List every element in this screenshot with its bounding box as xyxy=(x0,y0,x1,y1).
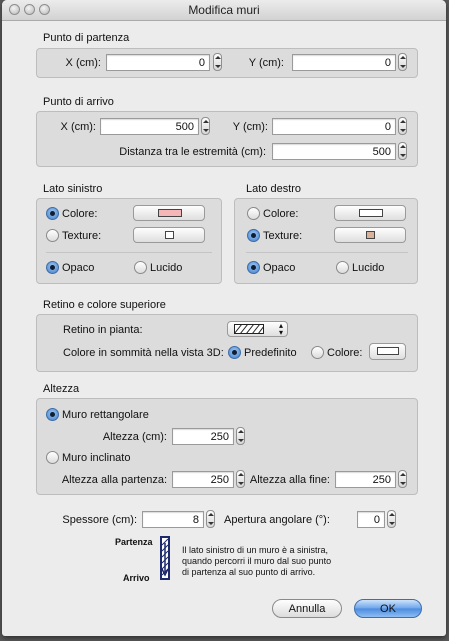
top-color-radio[interactable] xyxy=(311,346,324,359)
right-color-label[interactable]: Colore: xyxy=(263,208,298,220)
start-point-title: Punto di partenza xyxy=(43,32,130,44)
rectangular-wall-radio[interactable] xyxy=(46,408,59,421)
arc-extent-stepper[interactable] xyxy=(387,510,396,528)
left-color-button[interactable] xyxy=(133,205,205,221)
wall-direction-icon xyxy=(160,536,170,580)
window-title: Modifica muri xyxy=(188,3,260,17)
left-texture-swatch xyxy=(165,231,174,239)
right-texture-radio[interactable] xyxy=(247,229,260,242)
arc-extent-label: Apertura angolare (°): xyxy=(224,514,330,526)
start-height-stepper[interactable] xyxy=(236,470,245,488)
legend-help-text: Il lato sinistro di un muro è a sinistra… xyxy=(182,545,331,578)
end-height-label: Altezza alla fine: xyxy=(249,474,330,486)
right-texture-swatch xyxy=(366,231,375,239)
left-color-radio[interactable] xyxy=(46,207,59,220)
arc-extent-field[interactable]: 0 xyxy=(357,511,385,528)
left-texture-radio[interactable] xyxy=(46,229,59,242)
popup-arrows-icon: ▴ ▾ xyxy=(278,321,283,337)
left-texture-button[interactable] xyxy=(133,227,205,243)
top-default-radio[interactable] xyxy=(228,346,241,359)
start-x-stepper[interactable] xyxy=(213,53,222,71)
right-color-swatch xyxy=(359,209,383,217)
wall-height-field[interactable]: 250 xyxy=(172,428,234,445)
legend-line-1: Il lato sinistro di un muro è a sinistra… xyxy=(182,545,329,555)
right-shiny-label[interactable]: Lucido xyxy=(352,262,384,274)
modify-walls-dialog: Modifica muri Punto di partenza X (cm): … xyxy=(2,0,446,636)
end-x-field[interactable]: 500 xyxy=(100,118,199,135)
legend-line-2: quando percorri il muro dal suo punto xyxy=(182,556,332,566)
start-y-stepper[interactable] xyxy=(398,53,407,71)
right-matt-radio[interactable] xyxy=(247,261,260,274)
start-x-field[interactable]: 0 xyxy=(106,54,210,71)
end-y-stepper[interactable] xyxy=(398,117,407,135)
end-x-label: X (cm): xyxy=(60,121,96,133)
end-height-stepper[interactable] xyxy=(398,470,407,488)
left-side-title: Lato sinistro xyxy=(43,183,103,195)
thickness-stepper[interactable] xyxy=(206,510,215,528)
top-color-label: Colore in sommità nella vista 3D: xyxy=(63,347,224,359)
right-matt-label[interactable]: Opaco xyxy=(263,262,295,274)
left-shiny-label[interactable]: Lucido xyxy=(150,262,182,274)
right-side-separator xyxy=(246,252,408,253)
right-shiny-radio[interactable] xyxy=(336,261,349,274)
wall-height-label: Altezza (cm): xyxy=(102,431,167,443)
distance-stepper[interactable] xyxy=(398,142,407,160)
start-height-field[interactable]: 250 xyxy=(172,471,234,488)
top-color-option-label[interactable]: Colore: xyxy=(327,347,362,359)
right-color-button[interactable] xyxy=(334,205,406,221)
thickness-field[interactable]: 8 xyxy=(142,511,204,528)
legend-start-label: Partenza xyxy=(115,537,153,547)
plan-pattern-label: Retino in pianta: xyxy=(63,324,143,336)
left-matt-label[interactable]: Opaco xyxy=(62,262,94,274)
left-side-separator xyxy=(46,252,212,253)
left-texture-label[interactable]: Texture: xyxy=(62,230,101,242)
legend-end-label: Arrivo xyxy=(123,573,150,583)
top-color-swatch xyxy=(377,347,399,355)
ok-button[interactable]: OK xyxy=(354,599,422,618)
end-x-stepper[interactable] xyxy=(201,117,210,135)
start-y-field[interactable]: 0 xyxy=(292,54,396,71)
title-bar: Modifica muri xyxy=(2,0,446,21)
plan-pattern-popup[interactable]: ▴ ▾ xyxy=(227,321,288,337)
start-height-label: Altezza alla partenza: xyxy=(61,474,167,486)
legend-line-3: di partenza al suo punto di arrivo. xyxy=(182,567,316,577)
right-texture-label[interactable]: Texture: xyxy=(263,230,302,242)
distance-label: Distanza tra le estremità (cm): xyxy=(119,146,266,158)
right-side-title: Lato destro xyxy=(246,183,302,195)
hatch-pattern-icon xyxy=(234,324,264,334)
distance-field[interactable]: 500 xyxy=(272,143,396,160)
start-x-label: X (cm): xyxy=(65,57,101,69)
left-color-label[interactable]: Colore: xyxy=(62,208,97,220)
thickness-label: Spessore (cm): xyxy=(62,514,137,526)
top-default-label[interactable]: Predefinito xyxy=(244,347,297,359)
wall-height-stepper[interactable] xyxy=(236,427,245,445)
right-texture-button[interactable] xyxy=(334,227,406,243)
pattern-title: Retino e colore superiore xyxy=(43,299,166,311)
cancel-button[interactable]: Annulla xyxy=(272,599,342,618)
left-shiny-radio[interactable] xyxy=(134,261,147,274)
left-color-swatch xyxy=(158,209,182,217)
sloping-wall-radio[interactable] xyxy=(46,451,59,464)
sloping-wall-label[interactable]: Muro inclinato xyxy=(62,452,130,464)
top-color-button[interactable] xyxy=(369,343,406,360)
right-color-radio[interactable] xyxy=(247,207,260,220)
end-point-title: Punto di arrivo xyxy=(43,96,114,108)
end-y-field[interactable]: 0 xyxy=(272,118,396,135)
rectangular-wall-label[interactable]: Muro rettangolare xyxy=(62,409,149,421)
end-height-field[interactable]: 250 xyxy=(335,471,396,488)
end-y-label: Y (cm): xyxy=(232,121,268,133)
height-title: Altezza xyxy=(43,383,80,395)
left-matt-radio[interactable] xyxy=(46,261,59,274)
start-y-label: Y (cm): xyxy=(248,57,284,69)
